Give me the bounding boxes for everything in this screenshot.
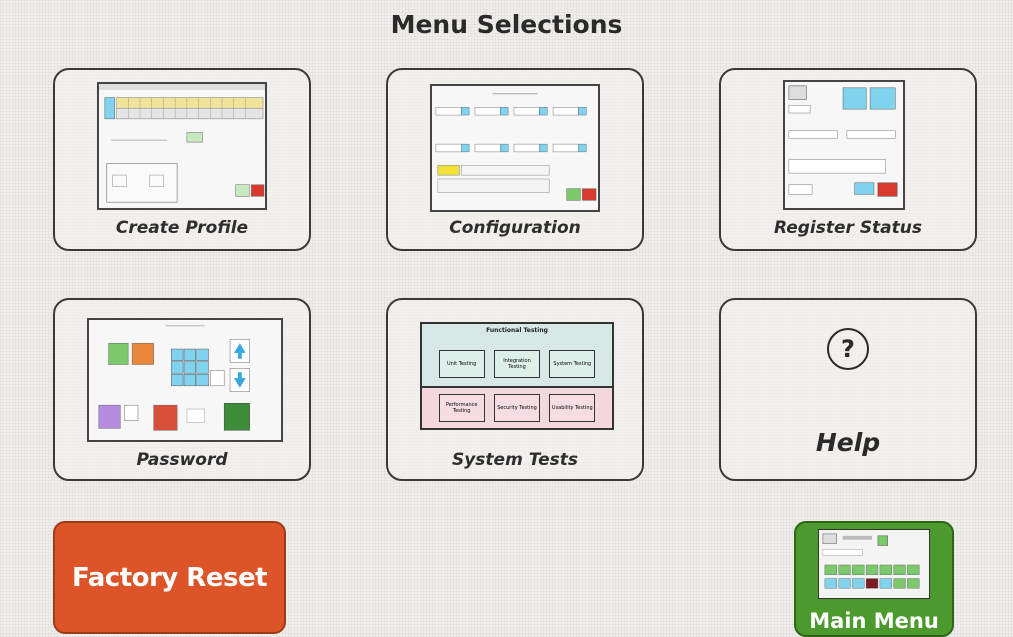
performance-testing-box: Performance Testing (438, 394, 485, 422)
main-menu-button[interactable]: Main Menu (794, 521, 954, 637)
help-tile[interactable]: ? Help (719, 298, 977, 481)
password-label: Password (136, 450, 228, 470)
page-title: Menu Selections (390, 10, 623, 39)
system-tests-label: System Tests (451, 450, 579, 470)
password-keypad-screen-thumbnail (87, 318, 283, 442)
integration-testing-box: Integration Testing (493, 350, 540, 378)
configuration-screen-thumbnail (430, 84, 600, 212)
password-tile[interactable]: Password (53, 298, 311, 481)
configuration-tile[interactable]: Configuration (386, 68, 644, 251)
register-status-screen-thumbnail (783, 80, 905, 210)
create-profile-screen-thumbnail (97, 82, 267, 210)
system-tests-tile[interactable]: Functional Testing Unit Testing Integrat… (386, 298, 644, 481)
usability-testing-box: Usability Testing (549, 394, 596, 422)
factory-reset-button[interactable]: Factory Reset (53, 521, 286, 634)
system-testing-box: System Testing (549, 350, 596, 378)
unit-testing-box: Unit Testing (438, 350, 485, 378)
system-tests-diagram-thumbnail: Functional Testing Unit Testing Integrat… (420, 322, 614, 430)
configuration-label: Configuration (449, 218, 581, 238)
register-status-label: Register Status (773, 218, 923, 238)
register-status-tile[interactable]: Register Status (719, 68, 977, 251)
security-testing-box: Security Testing (493, 394, 540, 422)
create-profile-tile[interactable]: Create Profile (53, 68, 311, 251)
help-label: Help (815, 428, 881, 457)
main-menu-screen-thumbnail (818, 529, 930, 599)
main-menu-label: Main Menu (809, 609, 939, 633)
question-mark-icon: ? (827, 328, 869, 370)
create-profile-label: Create Profile (115, 218, 249, 238)
